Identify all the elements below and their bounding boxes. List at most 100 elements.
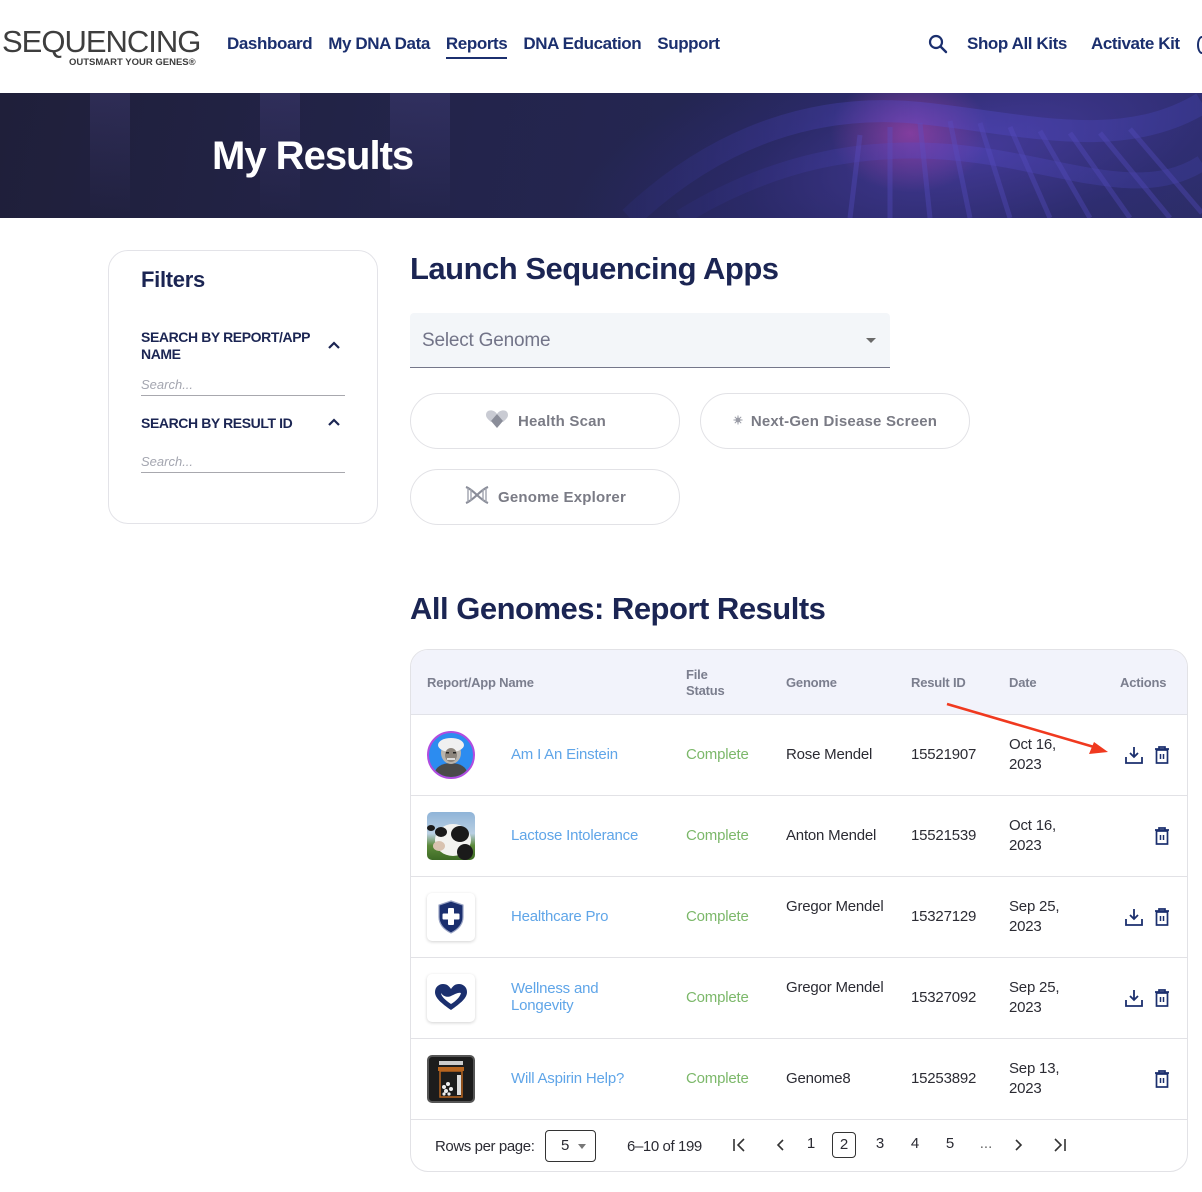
nav-dashboard[interactable]: Dashboard: [227, 34, 313, 59]
result-date: Sep 25, 2023: [1009, 979, 1060, 1016]
first-page-icon[interactable]: [731, 1137, 749, 1153]
main-nav: Dashboard My DNA Data Reports DNA Educat…: [227, 34, 736, 59]
page-2-current[interactable]: 2: [832, 1132, 856, 1158]
rows-per-page-select[interactable]: 5: [545, 1130, 596, 1162]
genome-name: Genome8: [786, 1070, 851, 1087]
aspirin-thumbnail: [427, 1055, 475, 1103]
chevron-up-icon[interactable]: [327, 340, 341, 350]
select-genome-dropdown[interactable]: Select Genome: [410, 313, 890, 368]
caret-down-icon: [866, 338, 876, 343]
result-date: Oct 16, 2023: [1009, 817, 1056, 854]
nav-reports[interactable]: Reports: [445, 34, 508, 59]
nav-dna-education[interactable]: DNA Education: [523, 34, 641, 59]
trash-icon[interactable]: [1152, 745, 1172, 765]
col-file-status[interactable]: File Status: [686, 667, 736, 699]
shop-all-kits-link[interactable]: Shop All Kits: [967, 34, 1067, 54]
page-3[interactable]: 3: [868, 1132, 892, 1158]
sequencing-logo[interactable]: SEQUENCING OUTSMART YOUR GENES®: [2, 24, 214, 68]
table-row: Will Aspirin Help? Complete Genome8 1525…: [411, 1039, 1187, 1120]
table-row: Am I An Einstein Complete Rose Mendel 15…: [411, 715, 1187, 796]
file-status: Complete: [686, 827, 749, 844]
einstein-thumbnail: [427, 731, 475, 779]
header-actions: Shop All Kits Activate Kit: [928, 34, 1202, 54]
download-icon[interactable]: [1124, 745, 1144, 765]
download-icon[interactable]: [1124, 988, 1144, 1008]
pagination: Rows per page: 5 6–10 of 199 1 2 3 4 5 .…: [411, 1120, 1187, 1171]
table-header: Report/App Name File Status Genome Resul…: [411, 650, 1187, 715]
filter-result-id-title[interactable]: SEARCH BY RESULT ID: [141, 415, 311, 432]
chevron-up-icon[interactable]: [327, 417, 341, 427]
next-page-icon[interactable]: [1012, 1137, 1026, 1153]
table-row: Healthcare Pro Complete Gregor Mendel 15…: [411, 877, 1187, 958]
table-row: Lactose Intolerance Complete Anton Mende…: [411, 796, 1187, 877]
col-date[interactable]: Date: [1009, 675, 1037, 691]
site-header: SEQUENCING OUTSMART YOUR GENES® Dashboar…: [0, 0, 1202, 93]
cow-thumbnail: [427, 812, 475, 860]
report-app-link[interactable]: Wellness and Longevity: [511, 980, 621, 1014]
page-1[interactable]: 1: [799, 1132, 823, 1158]
result-id: 15327092: [911, 989, 977, 1006]
result-id-search-input[interactable]: [141, 451, 345, 473]
trash-icon[interactable]: [1152, 907, 1172, 927]
account-icon[interactable]: [1197, 36, 1202, 54]
report-name-search-input[interactable]: [141, 374, 345, 396]
virus-icon: [733, 412, 743, 430]
result-id: 15327129: [911, 908, 977, 925]
col-actions: Actions: [1120, 675, 1167, 690]
file-status: Complete: [686, 989, 749, 1006]
select-genome-placeholder: Select Genome: [422, 330, 551, 351]
wellness-thumbnail: [427, 974, 475, 1022]
launch-apps-title: Launch Sequencing Apps: [410, 251, 779, 286]
filters-panel: Filters SEARCH BY REPORT/APP NAME SEARCH…: [108, 250, 378, 524]
trash-icon[interactable]: [1152, 988, 1172, 1008]
col-genome[interactable]: Genome: [786, 675, 837, 691]
genome-explorer-button[interactable]: Genome Explorer: [410, 469, 680, 525]
genome-name: Anton Mendel: [786, 827, 877, 844]
result-id: 15521907: [911, 746, 977, 763]
logo-wordmark: SEQUENCING: [2, 24, 201, 59]
report-results-title: All Genomes: Report Results: [410, 591, 826, 626]
result-id: 15253892: [911, 1070, 977, 1087]
col-result-id[interactable]: Result ID: [911, 675, 966, 691]
report-app-link[interactable]: Healthcare Pro: [511, 907, 608, 927]
next-gen-disease-screen-button[interactable]: Next-Gen Disease Screen: [700, 393, 970, 449]
caret-down-icon: [578, 1144, 586, 1149]
previous-page-icon[interactable]: [773, 1137, 787, 1153]
result-id: 15521539: [911, 827, 977, 844]
hero-banner: My Results: [0, 93, 1202, 218]
genome-explorer-label: Genome Explorer: [497, 488, 627, 506]
trash-icon[interactable]: [1152, 1069, 1172, 1089]
healthcare-pro-thumbnail: [427, 893, 475, 941]
trash-icon[interactable]: [1152, 826, 1172, 846]
file-status: Complete: [686, 908, 749, 925]
health-scan-button[interactable]: Health Scan: [410, 393, 680, 449]
health-scan-label: Health Scan: [517, 412, 607, 430]
results-table: Report/App Name File Status Genome Resul…: [410, 649, 1188, 1172]
last-page-icon[interactable]: [1050, 1137, 1068, 1153]
result-date: Sep 25, 2023: [1009, 898, 1060, 935]
result-date: Oct 16, 2023: [1009, 736, 1056, 773]
report-app-link[interactable]: Am I An Einstein: [511, 745, 618, 765]
dna-helix-graphic: [622, 93, 1202, 218]
rows-per-page-value: 5: [561, 1137, 570, 1154]
page-range: 6–10 of 199: [627, 1138, 702, 1155]
logo-tagline: OUTSMART YOUR GENES®: [69, 57, 196, 68]
report-app-link[interactable]: Will Aspirin Help?: [511, 1069, 624, 1089]
filter-report-name-title[interactable]: SEARCH BY REPORT/APP NAME: [141, 329, 311, 363]
dna-helix-icon: [464, 485, 490, 509]
nav-support[interactable]: Support: [657, 34, 720, 59]
file-status: Complete: [686, 1070, 749, 1087]
heart-diamond-icon: [484, 409, 510, 434]
col-report-app-name[interactable]: Report/App Name: [427, 675, 534, 691]
result-date: Sep 13, 2023: [1009, 1060, 1060, 1097]
genome-name: Gregor Mendel: [786, 979, 884, 996]
nav-my-dna-data[interactable]: My DNA Data: [328, 34, 430, 59]
page-4[interactable]: 4: [903, 1132, 927, 1158]
page-5[interactable]: 5: [938, 1132, 962, 1158]
next-gen-disease-screen-label: Next-Gen Disease Screen: [750, 412, 938, 430]
activate-kit-link[interactable]: Activate Kit: [1091, 34, 1180, 54]
download-icon[interactable]: [1124, 907, 1144, 927]
report-app-link[interactable]: Lactose Intolerance: [511, 826, 638, 846]
search-icon[interactable]: [928, 34, 948, 54]
hero-light-streak: [90, 93, 130, 218]
